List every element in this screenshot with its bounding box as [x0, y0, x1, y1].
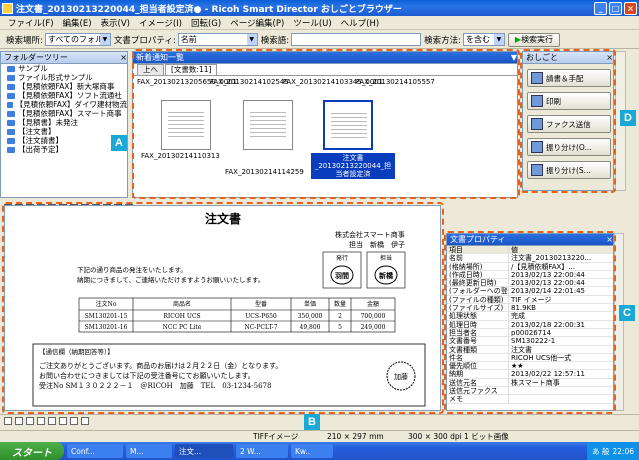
search-bar: 検索場所: すべてのフォルダー▼ 文書プロパティ: 名前 ▼ 検索語: 検索方法:…: [0, 31, 639, 49]
tree-item[interactable]: 【見積依頼FAX】新大塚商事: [1, 82, 127, 91]
tree-item-label: サンプル: [18, 64, 48, 73]
tree-item[interactable]: 【出荷予定】: [1, 145, 127, 154]
tree-item[interactable]: 【見積依頼FAX】ダイワ建材物流: [1, 100, 127, 109]
minimize-button[interactable]: _: [594, 1, 607, 15]
tree-item-label: 【注文書】: [18, 127, 56, 136]
menu-bar: ファイル(F) 編集(E) 表示(V) イメージ(I) 回転(G) ページ編集(…: [0, 16, 639, 30]
taskbar-item[interactable]: Conf...: [67, 444, 123, 458]
search-execute-label: 検索実行: [521, 35, 554, 44]
doc-prop-value: 名前: [180, 35, 197, 44]
tree-item-label: 【見積依頼FAX】スマート商事: [18, 109, 122, 118]
tree-item[interactable]: 【見積依頼FAX】ソフト流通社: [1, 91, 127, 100]
chevron-down-icon: ▼: [493, 34, 504, 45]
taskbar-item[interactable]: M...: [126, 444, 172, 458]
search-method-value: を含む: [465, 35, 490, 44]
tree-item[interactable]: 【見積書】未発注: [1, 118, 127, 127]
menu-file[interactable]: ファイル(F): [8, 17, 54, 29]
callout-box-c: [444, 231, 616, 414]
maximize-button[interactable]: □: [609, 1, 622, 15]
folder-tree-title: フォルダーツリー: [4, 53, 68, 62]
tree-item[interactable]: 【注文書】: [1, 127, 127, 136]
close-button[interactable]: ×: [624, 1, 637, 15]
callout-box-d: [520, 49, 616, 193]
zoom-in-icon[interactable]: [4, 416, 12, 425]
doc-prop-select[interactable]: 名前 ▼: [177, 33, 258, 46]
callout-box-b: [2, 202, 444, 414]
tree-item-label: 【見積依頼FAX】ソフト流通社: [18, 91, 122, 100]
taskbar-item[interactable]: 2 W...: [236, 444, 288, 458]
status-bar: TIFFイメージ 210 × 297 mm 300 × 300 dpi 1 ビッ…: [0, 430, 639, 442]
next-page-icon[interactable]: [59, 416, 67, 425]
rotate-icon[interactable]: [81, 416, 89, 425]
taskbar-item-active[interactable]: 注文...: [175, 444, 233, 458]
status-resolution: 300 × 300 dpi 1 ビット画像: [408, 432, 509, 441]
callout-badge-c: C: [619, 305, 635, 321]
search-word-input[interactable]: [291, 33, 422, 46]
clock[interactable]: 22:06: [612, 447, 634, 456]
tree-item-label: 【注文請書】: [18, 136, 63, 145]
search-word-label: 検索語:: [260, 35, 290, 46]
tree-item-label: ファイル形式サンプル: [18, 73, 93, 82]
menu-image[interactable]: イメージ(I): [139, 17, 182, 29]
tree-item-label: 【出荷予定】: [18, 145, 63, 154]
menu-view[interactable]: 表示(V): [101, 17, 130, 29]
app-icon: [2, 2, 13, 14]
search-execute-button[interactable]: ▶ 検索実行: [507, 32, 560, 47]
folder-icon: [7, 74, 15, 81]
tree-item[interactable]: 【見積依頼FAX】スマート商事: [1, 109, 127, 118]
folder-icon: [7, 146, 15, 153]
search-place-select[interactable]: すべてのフォルダー▼: [44, 33, 111, 46]
first-page-icon[interactable]: [37, 416, 45, 425]
last-page-icon[interactable]: [70, 416, 78, 425]
menu-tools[interactable]: ツール(U): [293, 17, 331, 29]
tree-item[interactable]: サンプル: [1, 64, 127, 73]
taskbar: スタート Conf... M... 注文... 2 W... Kw.. あ 般2…: [0, 442, 639, 460]
search-method-label: 検索方法:: [424, 35, 461, 46]
status-format: TIFFイメージ: [253, 432, 299, 441]
tree-item-label: 【見積依頼FAX】新大塚商事: [18, 82, 115, 91]
menu-edit[interactable]: 編集(E): [63, 17, 92, 29]
prev-page-icon[interactable]: [48, 416, 56, 425]
callout-badge-d: D: [620, 110, 636, 126]
window-title: 注文書_20130213220044_担当者設定済● - Ricoh Smart…: [16, 4, 402, 15]
callout-badge-a: A: [111, 135, 127, 151]
folder-icon: [7, 137, 15, 144]
close-icon[interactable]: ×: [120, 53, 127, 62]
folder-icon: [7, 65, 15, 72]
folder-icon: [7, 110, 15, 117]
system-tray: あ 般 22:06: [586, 442, 639, 460]
folder-icon: [7, 128, 15, 135]
folder-icon: [7, 92, 15, 99]
menu-help[interactable]: ヘルプ(H): [341, 17, 380, 29]
folder-tree-header: フォルダーツリー ×: [1, 52, 127, 64]
search-method-select[interactable]: を含む ▼: [462, 33, 505, 46]
zoom-out-icon[interactable]: [15, 416, 23, 425]
folder-icon: [7, 119, 15, 126]
callout-badge-b: B: [304, 414, 320, 430]
folder-tree-pane: フォルダーツリー × サンプル ファイル形式サンプル 【見積依頼FAX】新大塚商事…: [0, 51, 128, 198]
start-button[interactable]: スタート: [0, 442, 64, 460]
tree-item[interactable]: ファイル形式サンプル: [1, 73, 127, 82]
tree-item-label: 【見積依頼FAX】ダイワ建材物流: [15, 100, 127, 109]
chevron-down-icon: ▼: [246, 34, 257, 45]
folder-icon: [7, 101, 13, 108]
folder-icon: [7, 83, 15, 90]
chevron-down-icon: ▼: [99, 34, 110, 45]
tree-item-label: 【見積書】未発注: [18, 118, 78, 127]
menu-rotate[interactable]: 回転(G): [191, 17, 221, 29]
ime-indicator[interactable]: あ 般: [592, 446, 609, 457]
status-size: 210 × 297 mm: [327, 432, 384, 441]
taskbar-item[interactable]: Kw..: [291, 444, 333, 458]
callout-box-a: [132, 49, 520, 199]
fit-page-icon[interactable]: [26, 416, 34, 425]
menu-page-edit[interactable]: ページ編集(P): [230, 17, 284, 29]
tree-item[interactable]: 【注文請書】: [1, 136, 127, 145]
search-place-label: 検索場所:: [6, 35, 43, 46]
title-bar: 注文書_20130213220044_担当者設定済● - Ricoh Smart…: [0, 0, 639, 16]
doc-prop-label: 文書プロパティ:: [113, 35, 176, 46]
